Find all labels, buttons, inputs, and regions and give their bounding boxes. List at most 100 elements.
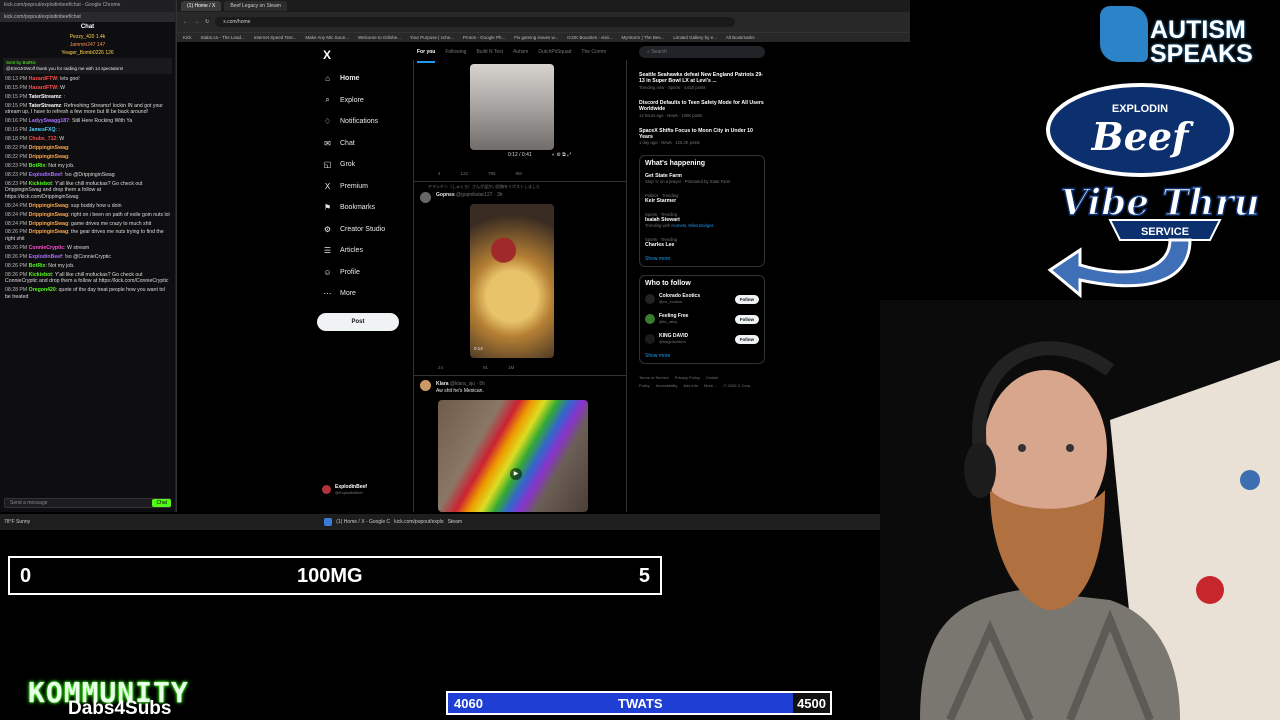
trend-item[interactable]: Get State Farm Stop 'n' on a prayer · Pro…: [645, 173, 759, 185]
post-video-2[interactable]: [470, 204, 554, 358]
follow-button[interactable]: Follow: [734, 314, 759, 324]
bookmark-item[interactable]: ICOK Bounties - visit...: [567, 35, 612, 40]
post-video-3[interactable]: ▶: [438, 400, 588, 512]
like-count[interactable]: 785: [488, 171, 496, 176]
repost-count[interactable]: 122: [461, 171, 469, 176]
chat-message: 08:23 PM BotRix: Not my job.: [5, 162, 75, 169]
trend-item[interactable]: Politics · Trending Keir Starmer: [645, 193, 759, 204]
score-bar: 0 100MG 5: [8, 556, 662, 595]
show-more-link[interactable]: Show more: [645, 353, 759, 359]
bookmark-item[interactable]: Stabs.ca - The Lead...: [201, 35, 245, 40]
bookmark-item[interactable]: Myrstorm | The Bes...: [621, 35, 664, 40]
bookmark-item[interactable]: Your Purpose | sche...: [410, 35, 454, 40]
message-user[interactable]: Kickiebot: [29, 272, 52, 278]
footer-link[interactable]: Terms of Service: [639, 375, 669, 380]
trend-item[interactable]: Sports · Trending Isaiah Stewart Trending …: [645, 212, 759, 229]
start-icon[interactable]: [324, 518, 333, 526]
post-3-text: Aw shit he's Mexican.: [436, 388, 484, 394]
chat-message: 08:18 PM Chubs_712: W: [5, 136, 65, 143]
post-video-1[interactable]: ▶: [470, 64, 554, 150]
message-user[interactable]: DrippinginSwag: [29, 229, 68, 235]
top-gifters: Pezzy_420 1.4k Jammin247 147 Yeager_Bomb…: [0, 32, 175, 58]
taskbar-app-chat[interactable]: kick.com/popout/explo: [394, 519, 443, 525]
message-user[interactable]: BotRix: [29, 263, 46, 269]
avatar[interactable]: [420, 380, 431, 391]
trend-link[interactable]: Hornets, Miles Bridges: [671, 223, 713, 228]
footer-link[interactable]: Privacy Policy: [675, 375, 700, 380]
tab-x-home[interactable]: (1) Home / X: [181, 1, 222, 11]
url-field[interactable]: x.com/home: [215, 17, 736, 27]
show-more-link[interactable]: Show more: [645, 256, 759, 262]
footer-link[interactable]: More ...: [704, 383, 718, 388]
view-count[interactable]: 8M: [516, 171, 522, 176]
reply-count[interactable]: 4: [438, 171, 441, 176]
post-button[interactable]: Post: [317, 312, 399, 331]
message-user[interactable]: HazardFTW: [29, 85, 58, 91]
footer-link[interactable]: Accessibility: [656, 383, 678, 388]
avatar[interactable]: [420, 192, 431, 203]
author-handle: @gopnikstar127 · 3h: [456, 192, 503, 198]
news-meta: Trending now · Sports · 4,610 posts: [639, 84, 706, 90]
weather-widget[interactable]: 78°F Sunny: [4, 519, 30, 525]
taskbar-app-browser[interactable]: (1) Home / X - Google C: [336, 519, 390, 525]
taskbar-app-steam[interactable]: Steam: [448, 519, 462, 525]
footer-link[interactable]: Ads info: [683, 383, 697, 388]
message-user[interactable]: DrippinginSwag: [29, 212, 68, 218]
chat-send-button[interactable]: Chat: [152, 499, 171, 507]
bookmark-item[interactable]: Fix gaming issues w...: [514, 35, 558, 40]
account-switcher[interactable]: ExplodinBeef @ExplodinBeef: [322, 484, 367, 495]
author-name[interactable]: Gopnss: [436, 192, 455, 198]
chat-input[interactable]: Send a message: [4, 498, 171, 508]
news-item[interactable]: Discord Defaults to Teen Safety Mode for…: [639, 100, 765, 119]
bookmark-item[interactable]: Limited Gallery by e...: [673, 35, 717, 40]
message-user[interactable]: DrippinginSwag: [29, 154, 68, 160]
news-meta: 1 day ago · News · 126.3K posts: [639, 140, 700, 146]
message-user[interactable]: Oregon420: [29, 287, 56, 293]
browser-window: (1) Home / X Beef Legacy on Steam ← → ↻ …: [176, 0, 910, 512]
like-count[interactable]: 91: [483, 365, 488, 370]
whats-happening-panel: What's happening Get State Farm Stop 'n' …: [639, 155, 765, 268]
message-time: 08:16 PM: [5, 118, 28, 125]
news-item[interactable]: SpaceX Shifts Focus to Moon City in Unde…: [639, 128, 765, 147]
message-user[interactable]: DrippinginSwag: [29, 145, 68, 151]
all-bookmarks[interactable]: All Bookmarks: [726, 35, 755, 40]
message-user[interactable]: ConnieCryptic: [29, 245, 64, 251]
bookmark-item[interactable]: Make Any Mic Soun...: [305, 35, 349, 40]
news-item[interactable]: Seattle Seahawks defeat New England Patr…: [639, 72, 765, 91]
forward-icon[interactable]: →: [194, 19, 199, 25]
back-icon[interactable]: ←: [183, 19, 188, 25]
reload-icon[interactable]: ↻: [205, 19, 209, 25]
follow-button[interactable]: Follow: [734, 294, 759, 304]
message-user[interactable]: ExplodinBeef: [29, 172, 62, 178]
bookmark-item[interactable]: Kick: [183, 35, 192, 40]
search-input[interactable]: ⌕ Search: [639, 46, 765, 58]
play-icon[interactable]: ▶: [510, 468, 522, 480]
view-count[interactable]: 1M: [508, 365, 514, 370]
message-user[interactable]: Kickiebot: [29, 181, 52, 187]
message-user[interactable]: DrippinginSwag: [29, 221, 68, 227]
message-user[interactable]: Chubs_712: [29, 136, 57, 142]
message-user[interactable]: TaterStreamz: [29, 103, 61, 109]
tab-steam[interactable]: Beef Legacy on Steam: [224, 1, 287, 11]
avatar[interactable]: [645, 314, 655, 325]
message-time: 08:26 PM: [5, 245, 28, 252]
chat-url[interactable]: kick.com/popout/explodinbeef/chat: [0, 12, 175, 22]
avatar[interactable]: [645, 294, 655, 305]
bookmark-item[interactable]: Proton - Google Ph...: [463, 35, 505, 40]
message-user[interactable]: JamesFXQ: [29, 127, 56, 133]
message-user[interactable]: DrippinginSwag: [29, 203, 68, 209]
avatar[interactable]: [645, 334, 655, 345]
message-user[interactable]: LadyySwagg187: [29, 118, 69, 124]
bookmark-item[interactable]: Welcome to Odishe...: [358, 35, 401, 40]
trend-item[interactable]: Sports · Trending Charles Lee: [645, 237, 759, 248]
message-user[interactable]: TaterStreamz: [29, 94, 61, 100]
follow-button[interactable]: Follow: [734, 334, 759, 344]
author-name[interactable]: Klara: [436, 381, 449, 387]
message-user[interactable]: BotRix: [29, 163, 46, 169]
reply-count[interactable]: 24: [438, 365, 443, 370]
message-user[interactable]: ExplodinBeef: [29, 254, 62, 260]
bookmark-item[interactable]: Internet Speed Test...: [254, 35, 297, 40]
video-controls-icon[interactable]: ◐ ⚙ ⧉ ⤢: [552, 152, 571, 158]
footer-link[interactable]: © 2026 X Corp.: [723, 383, 751, 388]
message-user[interactable]: HazardFTW: [29, 76, 58, 82]
